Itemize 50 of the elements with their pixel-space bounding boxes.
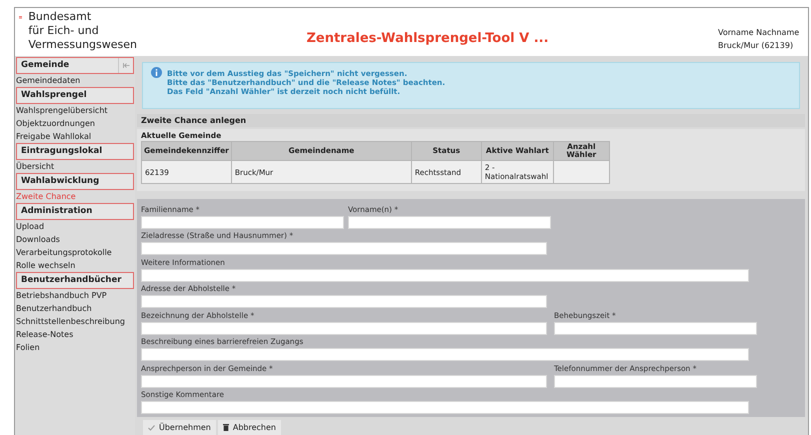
apply-button[interactable]: Übernehmen bbox=[143, 420, 216, 435]
app-title: Zentrales-Wahlsprengel-Tool V ... bbox=[305, 30, 550, 48]
input-field[interactable] bbox=[141, 242, 547, 256]
input-field[interactable] bbox=[554, 374, 757, 388]
section-title: Wahlsprengel bbox=[21, 89, 87, 102]
user-location: Bruck/Mur (62139) bbox=[718, 40, 794, 52]
sidebar-link[interactable]: Gemeindedaten bbox=[15, 74, 135, 87]
sidebar-link[interactable]: Folien bbox=[15, 341, 135, 354]
info-icon bbox=[151, 67, 162, 78]
user-name: Vorname Nachname bbox=[718, 27, 800, 39]
sidebar-section-header[interactable]: Gemeinde bbox=[16, 57, 134, 74]
input-field[interactable] bbox=[141, 322, 547, 335]
sidebar-link[interactable]: Objektzuordnungen bbox=[15, 117, 135, 130]
section-title: Gemeinde bbox=[21, 59, 70, 72]
sidebar-link[interactable]: Wahlsprengelübersicht bbox=[15, 104, 135, 117]
sidebar-section-header[interactable]: Wahlsprengel bbox=[16, 87, 134, 104]
input-field[interactable] bbox=[554, 322, 757, 335]
panel-title: Zweite Chance anlegen bbox=[137, 114, 805, 128]
organization-name-line: Bundesamt bbox=[28, 10, 92, 24]
section-title: Administration bbox=[21, 205, 92, 218]
collapse-icon bbox=[122, 63, 130, 68]
section-title: Benutzerhandbücher bbox=[21, 274, 122, 287]
sidebar-link[interactable]: Verarbeitungsprotokolle bbox=[15, 246, 135, 259]
organization-name-line: Vermessungswesen bbox=[28, 38, 137, 52]
input-field[interactable] bbox=[141, 374, 547, 388]
cancel-button[interactable]: Abbrechen bbox=[218, 420, 281, 435]
input-field[interactable] bbox=[141, 348, 749, 362]
sidebar-link[interactable]: Schnittstellenbeschreibung bbox=[15, 315, 135, 328]
trash-icon bbox=[222, 424, 229, 431]
section-title: Wahlabwicklung bbox=[21, 175, 100, 188]
sidebar-link[interactable]: Benutzerhandbuch bbox=[15, 302, 135, 315]
sidebar-link[interactable]: Freigabe Wahllokal bbox=[15, 130, 135, 143]
sidebar-section-header[interactable]: Administration bbox=[16, 203, 134, 220]
sidebar-link[interactable]: Übersicht bbox=[15, 160, 135, 173]
section-title: Eintragungslokal bbox=[21, 145, 102, 158]
sidebar-section-header[interactable]: Eintragungslokal bbox=[16, 143, 134, 160]
sidebar-section-header[interactable]: Benutzerhandbücher bbox=[16, 272, 134, 289]
input-field[interactable] bbox=[141, 401, 749, 414]
sidebar-section-header[interactable]: Wahlabwicklung bbox=[16, 173, 134, 190]
sidebar-link[interactable]: Downloads bbox=[15, 233, 135, 246]
checkmark-icon bbox=[148, 424, 155, 430]
sidebar-link[interactable]: Release-Notes bbox=[15, 328, 135, 341]
sidebar-link[interactable]: Upload bbox=[15, 220, 135, 233]
input-field[interactable] bbox=[141, 295, 547, 308]
sidebar-link[interactable]: Rolle wechseln bbox=[15, 259, 135, 272]
organization-name-line: für Eich- und bbox=[28, 24, 100, 38]
input-field[interactable] bbox=[141, 268, 749, 282]
sidebar-link[interactable]: Betriebshandbuch PVP bbox=[15, 289, 135, 302]
input-field[interactable] bbox=[348, 216, 551, 229]
input-field[interactable] bbox=[141, 216, 344, 229]
